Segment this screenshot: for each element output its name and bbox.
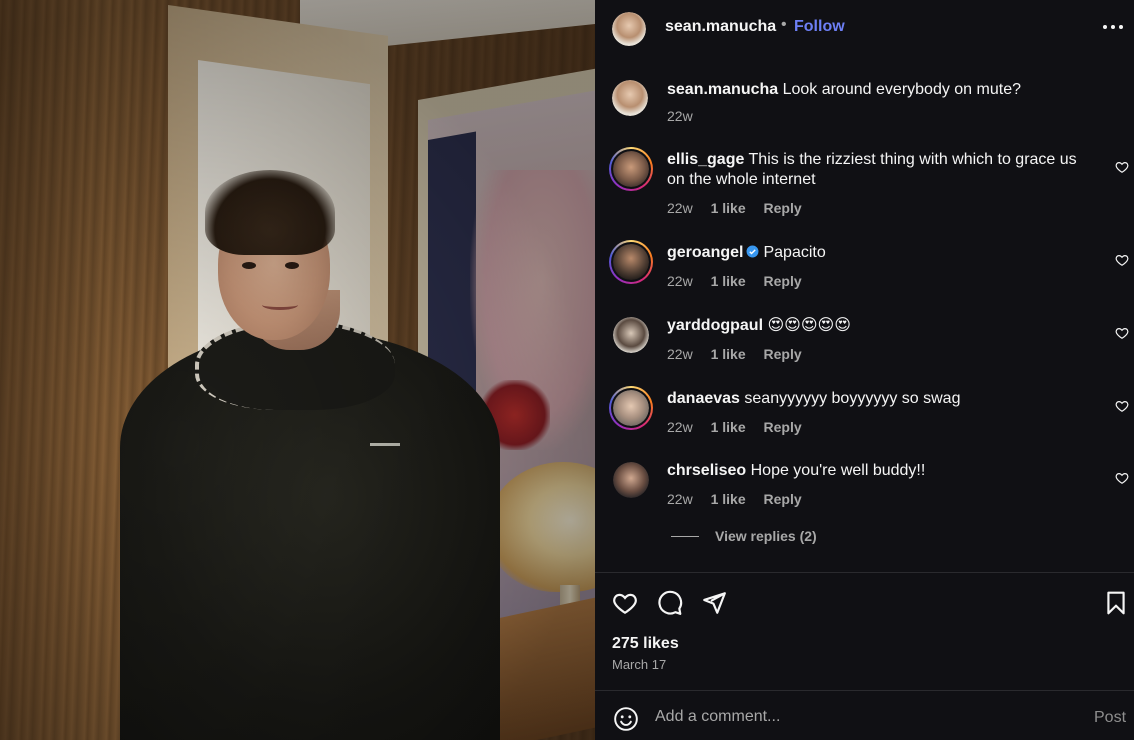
- comment-likes[interactable]: 1 like: [711, 200, 746, 216]
- comment-text: Papacito: [763, 244, 826, 261]
- comment-time[interactable]: 22w: [667, 491, 693, 507]
- heart-icon[interactable]: [1115, 160, 1129, 174]
- header-separator: •: [781, 16, 787, 33]
- avatar[interactable]: [613, 317, 649, 353]
- avatar[interactable]: [612, 80, 648, 116]
- header-username[interactable]: sean.manucha: [665, 18, 776, 36]
- heart-icon[interactable]: [1115, 399, 1129, 413]
- post-button[interactable]: Post: [1094, 709, 1126, 727]
- comment-icon[interactable]: [657, 590, 683, 616]
- post-date[interactable]: March 17: [612, 657, 666, 672]
- heart-icon[interactable]: [1115, 253, 1129, 267]
- reply-button[interactable]: Reply: [764, 491, 802, 507]
- likes-count[interactable]: 275 likes: [612, 635, 679, 653]
- avatar[interactable]: [613, 390, 649, 426]
- comment-username[interactable]: chrseliseo: [667, 462, 746, 479]
- header-avatar[interactable]: [612, 12, 646, 46]
- post-photo[interactable]: [0, 0, 595, 740]
- comment-text: 😍😍😍😍😍: [767, 317, 851, 334]
- post-side-panel: sean.manucha • Follow sean.manucha Look …: [595, 0, 1134, 740]
- comment-time[interactable]: 22w: [667, 419, 693, 435]
- reply-button[interactable]: Reply: [764, 273, 802, 289]
- comment-text: Hope you're well buddy!!: [750, 462, 926, 479]
- avatar[interactable]: [613, 151, 649, 187]
- comment-text: Look around everybody on mute?: [782, 81, 1021, 98]
- avatar[interactable]: [613, 462, 649, 498]
- comment-likes[interactable]: 1 like: [711, 419, 746, 435]
- heart-icon[interactable]: [1115, 326, 1129, 340]
- comment-username[interactable]: sean.manucha: [667, 81, 778, 98]
- heart-icon[interactable]: [612, 590, 638, 616]
- comment-time[interactable]: 22w: [667, 108, 693, 124]
- comment-username[interactable]: danaevas: [667, 390, 740, 407]
- divider: [595, 572, 1134, 573]
- view-replies-label: View replies (2): [715, 528, 817, 544]
- comment-likes[interactable]: 1 like: [711, 491, 746, 507]
- comment-likes[interactable]: 1 like: [711, 346, 746, 362]
- comment-username[interactable]: yarddogpaul: [667, 317, 763, 334]
- comment-text: seanyyyyyy boyyyyyy so swag: [744, 390, 961, 407]
- comment-username[interactable]: geroangel: [667, 244, 743, 261]
- heart-icon[interactable]: [1115, 471, 1129, 485]
- reply-button[interactable]: Reply: [764, 200, 802, 216]
- share-icon[interactable]: [701, 590, 727, 616]
- follow-button[interactable]: Follow: [794, 18, 845, 36]
- photo-vignette: [0, 0, 595, 740]
- view-replies-line: [671, 536, 699, 537]
- add-comment-input[interactable]: [655, 708, 1055, 726]
- comment-username[interactable]: ellis_gage: [667, 151, 744, 168]
- view-replies-button[interactable]: View replies (2): [671, 528, 817, 544]
- divider: [595, 690, 1134, 691]
- emoji-icon[interactable]: [613, 706, 639, 732]
- comment-time[interactable]: 22w: [667, 200, 693, 216]
- reply-button[interactable]: Reply: [764, 419, 802, 435]
- bookmark-icon[interactable]: [1103, 590, 1129, 616]
- comment-likes[interactable]: 1 like: [711, 273, 746, 289]
- verified-badge-icon: [747, 245, 759, 258]
- more-horizontal-icon[interactable]: [1103, 25, 1125, 31]
- reply-button[interactable]: Reply: [764, 346, 802, 362]
- comment-time[interactable]: 22w: [667, 273, 693, 289]
- comment-time[interactable]: 22w: [667, 346, 693, 362]
- avatar[interactable]: [613, 244, 649, 280]
